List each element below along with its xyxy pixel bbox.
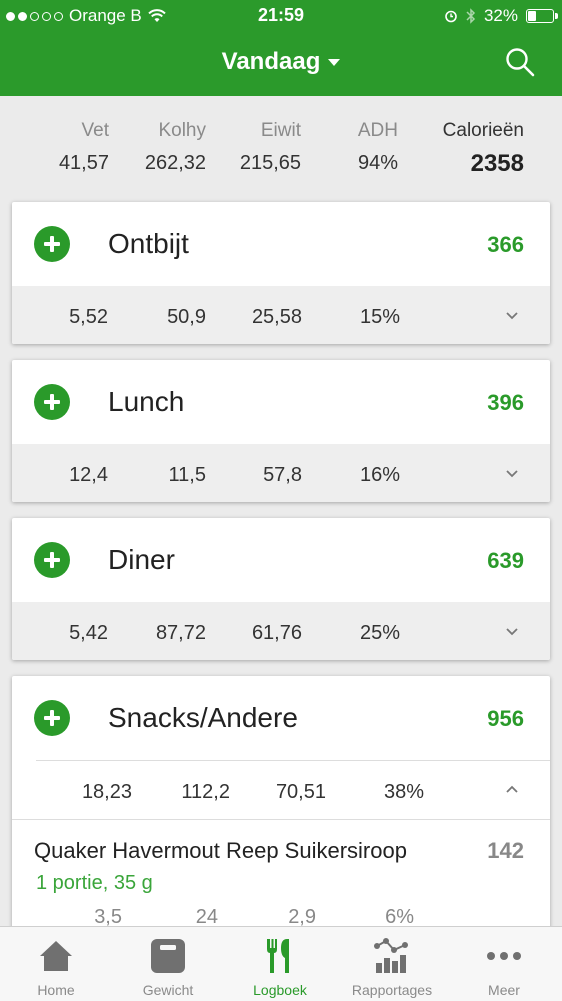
summary-protein: Eiwit 215,65 bbox=[240, 120, 301, 175]
fat-value: 41,57 bbox=[58, 152, 109, 174]
protein-label: Eiwit bbox=[260, 120, 301, 141]
add-food-icon[interactable] bbox=[34, 542, 70, 578]
meal-carbs: 50,9 bbox=[167, 306, 206, 328]
tab-label: Gewicht bbox=[142, 982, 194, 998]
summary-carbs: Kolhy 262,32 bbox=[145, 120, 206, 175]
meal-adh: 38% bbox=[383, 781, 424, 803]
adh-label: ADH bbox=[357, 120, 398, 141]
meal-name: Diner bbox=[108, 544, 175, 575]
scale-icon bbox=[151, 939, 185, 973]
tab-label: Home bbox=[37, 982, 75, 998]
calories-value: 2358 bbox=[470, 150, 524, 177]
meal-card-snacks: Snacks/Andere 956 18,23 112,2 70,51 38% … bbox=[12, 676, 550, 936]
meal-fat: 5,42 bbox=[69, 622, 108, 644]
tab-label: Rapportages bbox=[351, 982, 433, 998]
meal-protein: 61,76 bbox=[251, 622, 302, 644]
meal-name: Lunch bbox=[108, 386, 185, 417]
date-selector[interactable]: Vandaag bbox=[0, 48, 562, 76]
meal-header: Ontbijt 366 bbox=[12, 202, 550, 286]
meal-totals-toggle[interactable]: 18,23 112,2 70,51 38% bbox=[36, 760, 550, 819]
food-portion: 1 portie, 35 g bbox=[36, 872, 153, 894]
meal-name: Ontbijt bbox=[108, 228, 189, 259]
tab-meer[interactable]: Meer bbox=[448, 927, 560, 1001]
chart-icon bbox=[374, 938, 408, 973]
chevron-down-icon bbox=[506, 312, 518, 320]
summary-fat: Vet 41,57 bbox=[59, 120, 109, 175]
carbs-label: Kolhy bbox=[158, 120, 206, 141]
meal-card-diner: Diner 639 5,42 87,72 61,76 25% bbox=[12, 518, 550, 660]
status-bar: Orange B 21:59 32% bbox=[0, 0, 562, 34]
date-title: Vandaag bbox=[221, 48, 321, 75]
search-icon[interactable] bbox=[504, 46, 536, 78]
meal-name: Snacks/Andere bbox=[108, 702, 298, 733]
meal-header: Lunch 396 bbox=[12, 360, 550, 444]
battery-percentage: 32% bbox=[483, 6, 518, 25]
meal-carbs: 87,72 bbox=[155, 622, 206, 644]
bluetooth-icon bbox=[466, 8, 476, 24]
meal-header: Snacks/Andere 956 bbox=[12, 676, 550, 760]
calories-label: Calorieën bbox=[442, 120, 524, 141]
protein-value: 215,65 bbox=[239, 152, 301, 174]
meal-protein: 57,8 bbox=[263, 464, 302, 486]
tab-label: Logboek bbox=[253, 982, 307, 998]
meal-totals-toggle[interactable]: 5,42 87,72 61,76 25% bbox=[12, 602, 550, 660]
meal-carbs: 112,2 bbox=[181, 781, 230, 803]
tab-label: Meer bbox=[488, 982, 520, 998]
meal-fat: 12,4 bbox=[69, 464, 108, 486]
meal-fat: 5,52 bbox=[69, 306, 108, 328]
meal-card-ontbijt: Ontbijt 366 5,52 50,9 25,58 15% bbox=[12, 202, 550, 344]
meal-calories: 366 bbox=[487, 232, 524, 257]
add-food-icon[interactable] bbox=[34, 226, 70, 262]
tab-logboek[interactable]: Logboek bbox=[224, 927, 336, 1001]
fat-label: Vet bbox=[81, 120, 109, 141]
add-food-icon[interactable] bbox=[34, 384, 70, 420]
more-icon bbox=[487, 952, 521, 960]
chevron-down-icon bbox=[506, 470, 518, 478]
meal-adh: 16% bbox=[359, 464, 400, 486]
meal-protein: 70,51 bbox=[275, 781, 326, 803]
summary-calories: Calorieën 2358 bbox=[443, 120, 524, 178]
battery-icon bbox=[526, 9, 558, 23]
meal-card-lunch: Lunch 396 12,4 11,5 57,8 16% bbox=[12, 360, 550, 502]
meal-calories: 396 bbox=[487, 390, 524, 415]
meal-totals-toggle[interactable]: 12,4 11,5 57,8 16% bbox=[12, 444, 550, 502]
chevron-up-icon bbox=[506, 785, 518, 793]
meal-calories: 956 bbox=[487, 706, 524, 731]
tab-rapportages[interactable]: Rapportages bbox=[336, 927, 448, 1001]
summary-adh: ADH 94% bbox=[358, 120, 398, 175]
food-name: Quaker Havermout Reep Suikersiroop bbox=[34, 838, 407, 863]
meal-totals-toggle[interactable]: 5,52 50,9 25,58 15% bbox=[12, 286, 550, 344]
adh-value: 94% bbox=[357, 152, 398, 174]
caret-down-icon bbox=[328, 59, 341, 67]
meal-adh: 15% bbox=[359, 306, 400, 328]
add-food-icon[interactable] bbox=[34, 700, 70, 736]
tab-home[interactable]: Home bbox=[0, 927, 112, 1001]
food-entry[interactable]: Quaker Havermout Reep Suikersiroop 142 1… bbox=[12, 819, 550, 936]
alarm-icon bbox=[445, 10, 457, 23]
carbs-value: 262,32 bbox=[144, 152, 206, 174]
home-icon bbox=[40, 941, 72, 971]
meal-fat: 18,23 bbox=[81, 781, 132, 803]
meal-header: Diner 639 bbox=[12, 518, 550, 602]
meal-calories: 639 bbox=[487, 548, 524, 573]
food-calories: 142 bbox=[487, 838, 524, 863]
meal-protein: 25,58 bbox=[251, 306, 302, 328]
meal-adh: 25% bbox=[359, 622, 400, 644]
meal-carbs: 11,5 bbox=[168, 464, 206, 486]
chevron-down-icon bbox=[506, 628, 518, 636]
tab-bar: Home Gewicht Logboek Rapportages Meer bbox=[0, 926, 562, 1001]
app-header: Orange B 21:59 32% Vandaag bbox=[0, 0, 562, 96]
tab-gewicht[interactable]: Gewicht bbox=[112, 927, 224, 1001]
daily-summary: Vet 41,57 Kolhy 262,32 Eiwit 215,65 ADH … bbox=[0, 96, 562, 196]
cutlery-icon bbox=[267, 939, 289, 973]
